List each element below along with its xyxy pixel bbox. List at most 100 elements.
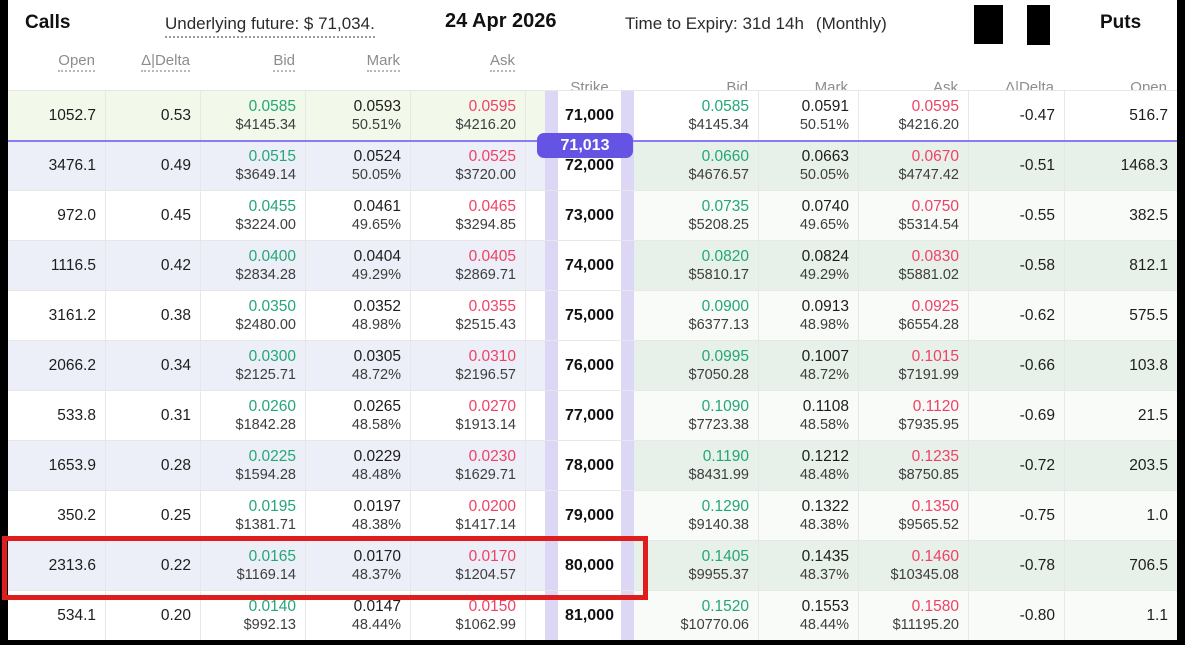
call-ask-cell[interactable]: 0.0170$1204.57 (410, 541, 525, 590)
put-bid-cell[interactable]: 0.0995$7050.28 (634, 341, 758, 390)
put-bid-cell[interactable]: 0.1190$8431.99 (634, 441, 758, 490)
strike-cell[interactable]: 74,000 (558, 241, 621, 290)
spacer (545, 72, 558, 79)
put-bid-cell[interactable]: 0.0900$6377.13 (634, 291, 758, 340)
strike-cell[interactable]: 75,000 (558, 291, 621, 340)
call-ask-cell[interactable]: 0.0230$1629.71 (410, 441, 525, 490)
put-ask-cell[interactable]: 0.1580$11195.20 (858, 591, 968, 640)
put-mark-cell[interactable]: 0.100748.72% (758, 341, 858, 390)
spacer-cell (525, 541, 545, 590)
call-ask-cell[interactable]: 0.0310$2196.57 (410, 341, 525, 390)
call-ask-cell[interactable]: 0.0200$1417.14 (410, 491, 525, 540)
strike-cell[interactable]: 77,000 (558, 391, 621, 440)
call-bid-cell[interactable]: 0.0300$2125.71 (200, 341, 305, 390)
put-ask-cell[interactable]: 0.0670$4747.42 (858, 141, 968, 190)
put-bid-cell[interactable]: 0.0585$4145.34 (634, 91, 758, 140)
call-mark-cell[interactable]: 0.022948.48% (305, 441, 410, 490)
underlying-future-value[interactable]: Underlying future: $ 71,034. (165, 14, 375, 38)
call-mark-cell[interactable]: 0.059350.51% (305, 91, 410, 140)
put-mark-cell[interactable]: 0.143548.37% (758, 541, 858, 590)
put-delta-cell: -0.55 (968, 191, 1064, 240)
put-mark-cell[interactable]: 0.091348.98% (758, 291, 858, 340)
toolbar-icon-2[interactable] (1027, 5, 1050, 45)
put-ask-cell[interactable]: 0.1350$9565.52 (858, 491, 968, 540)
spacer-cell (525, 391, 545, 440)
put-mark-cell[interactable]: 0.155348.44% (758, 591, 858, 640)
put-mark-cell[interactable]: 0.059150.51% (758, 91, 858, 140)
spot-price-badge: 71,013 (537, 133, 633, 158)
put-bid-cell[interactable]: 0.0820$5810.17 (634, 241, 758, 290)
calls-section-label: Calls (25, 12, 70, 34)
call-mark-cell[interactable]: 0.019748.38% (305, 491, 410, 540)
put-mark-cell[interactable]: 0.132248.38% (758, 491, 858, 540)
call-mark-cell[interactable]: 0.052450.05% (305, 141, 410, 190)
put-ask-cell[interactable]: 0.0750$5314.54 (858, 191, 968, 240)
put-ask-cell[interactable]: 0.0925$6554.28 (858, 291, 968, 340)
col-header-calls-bid[interactable]: Bid (200, 52, 305, 79)
put-open-cell: 516.7 (1064, 91, 1177, 140)
call-ask-cell[interactable]: 0.0150$1062.99 (410, 591, 525, 640)
call-mark-cell[interactable]: 0.040449.29% (305, 241, 410, 290)
put-bid-cell[interactable]: 0.1520$10770.06 (634, 591, 758, 640)
put-mark-cell[interactable]: 0.074049.65% (758, 191, 858, 240)
call-bid-cell[interactable]: 0.0195$1381.71 (200, 491, 305, 540)
strike-cell[interactable]: 76,000 (558, 341, 621, 390)
put-bid-cell[interactable]: 0.1405$9955.37 (634, 541, 758, 590)
put-ask-cell[interactable]: 0.1120$7935.95 (858, 391, 968, 440)
call-mark-cell[interactable]: 0.035248.98% (305, 291, 410, 340)
put-mark-cell[interactable]: 0.110848.58% (758, 391, 858, 440)
call-mark-cell[interactable]: 0.026548.58% (305, 391, 410, 440)
put-open-cell: 812.1 (1064, 241, 1177, 290)
call-bid-cell[interactable]: 0.0225$1594.28 (200, 441, 305, 490)
call-mark-cell[interactable]: 0.014748.44% (305, 591, 410, 640)
strike-cell[interactable]: 80,000 (558, 541, 621, 590)
col-header-calls-ask[interactable]: Ask (410, 52, 525, 79)
put-bid-cell[interactable]: 0.0660$4676.57 (634, 141, 758, 190)
expiry-date-label[interactable]: 24 Apr 2026 (445, 10, 557, 33)
toolbar-icon-1[interactable] (974, 5, 1003, 44)
call-ask-cell[interactable]: 0.0405$2869.71 (410, 241, 525, 290)
call-bid-cell[interactable]: 0.0350$2480.00 (200, 291, 305, 340)
strike-cell[interactable]: 78,000 (558, 441, 621, 490)
call-ask-cell[interactable]: 0.0270$1913.14 (410, 391, 525, 440)
call-bid-cell[interactable]: 0.0515$3649.14 (200, 141, 305, 190)
put-ask-cell[interactable]: 0.1015$7191.99 (858, 341, 968, 390)
put-ask-cell[interactable]: 0.0595$4216.20 (858, 91, 968, 140)
call-delta-cell: 0.28 (105, 441, 200, 490)
spacer-cell (525, 191, 545, 240)
table-row: 534.10.200.0140$992.130.014748.44%0.0150… (8, 590, 1177, 640)
call-bid-cell[interactable]: 0.0165$1169.14 (200, 541, 305, 590)
call-bid-cell[interactable]: 0.0260$1842.28 (200, 391, 305, 440)
call-mark-cell[interactable]: 0.017048.37% (305, 541, 410, 590)
strike-cell[interactable]: 73,000 (558, 191, 621, 240)
put-bid-cell[interactable]: 0.1090$7723.38 (634, 391, 758, 440)
call-ask-cell[interactable]: 0.0465$3294.85 (410, 191, 525, 240)
call-bid-cell[interactable]: 0.0585$4145.34 (200, 91, 305, 140)
put-bid-cell[interactable]: 0.0735$5208.25 (634, 191, 758, 240)
call-bid-cell[interactable]: 0.0140$992.13 (200, 591, 305, 640)
call-ask-cell[interactable]: 0.0525$3720.00 (410, 141, 525, 190)
strike-cell[interactable]: 79,000 (558, 491, 621, 540)
call-ask-cell[interactable]: 0.0355$2515.43 (410, 291, 525, 340)
col-header-calls-delta[interactable]: Δ|Delta (105, 52, 200, 79)
call-open-cell: 2313.6 (8, 541, 105, 590)
put-mark-cell[interactable]: 0.121248.48% (758, 441, 858, 490)
put-ask-cell[interactable]: 0.0830$5881.02 (858, 241, 968, 290)
call-open-cell: 3161.2 (8, 291, 105, 340)
put-mark-cell[interactable]: 0.066350.05% (758, 141, 858, 190)
call-ask-cell[interactable]: 0.0595$4216.20 (410, 91, 525, 140)
strike-cell[interactable]: 81,000 (558, 591, 621, 640)
put-bid-cell[interactable]: 0.1290$9140.38 (634, 491, 758, 540)
call-bid-cell[interactable]: 0.0400$2834.28 (200, 241, 305, 290)
col-header-calls-mark[interactable]: Mark (305, 52, 410, 79)
put-delta-cell: -0.69 (968, 391, 1064, 440)
spacer-cell (525, 291, 545, 340)
put-delta-cell: -0.47 (968, 91, 1064, 140)
put-ask-cell[interactable]: 0.1460$10345.08 (858, 541, 968, 590)
call-mark-cell[interactable]: 0.030548.72% (305, 341, 410, 390)
put-mark-cell[interactable]: 0.082449.29% (758, 241, 858, 290)
put-ask-cell[interactable]: 0.1235$8750.85 (858, 441, 968, 490)
call-bid-cell[interactable]: 0.0455$3224.00 (200, 191, 305, 240)
col-header-calls-open[interactable]: Open (8, 52, 105, 79)
call-mark-cell[interactable]: 0.046149.65% (305, 191, 410, 240)
